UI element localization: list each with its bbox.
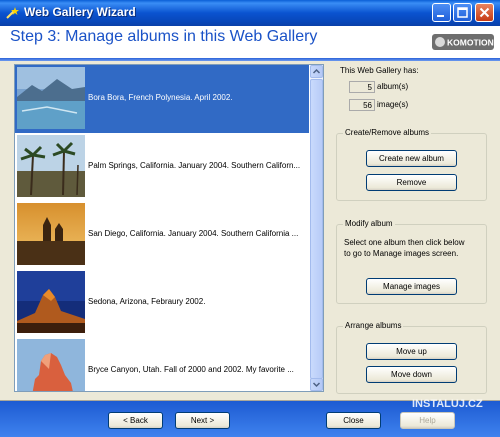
create-new-album-button[interactable]: Create new album	[366, 150, 457, 167]
scroll-thumb[interactable]	[310, 79, 323, 379]
move-down-button[interactable]: Move down	[366, 366, 457, 383]
album-list-scrollbar[interactable]	[310, 65, 323, 391]
scroll-up-button[interactable]	[310, 65, 323, 78]
chevron-up-icon	[312, 68, 321, 74]
album-thumbnail	[17, 339, 85, 391]
close-button[interactable]: Close	[326, 412, 381, 429]
help-button[interactable]: Help	[400, 412, 455, 429]
arrange-albums-group: Arrange albums	[336, 321, 487, 394]
modify-description-line1: Select one album then click below	[344, 238, 465, 247]
group-label: Create/Remove albums	[343, 128, 432, 137]
album-item-bora-bora[interactable]: Bora Bora, French Polynesia. April 2002.	[15, 65, 309, 133]
move-up-button[interactable]: Move up	[366, 343, 457, 360]
chevron-down-icon	[312, 382, 321, 388]
svg-text:KOMOTION: KOMOTION	[447, 38, 494, 48]
next-button[interactable]: Next >	[175, 412, 230, 429]
header-divider	[0, 58, 500, 61]
maximize-button[interactable]	[453, 3, 472, 22]
wizard-header: Step 3: Manage albums in this Web Galler…	[0, 26, 500, 58]
album-caption: Sedona, Arizona, Febraury 2002.	[88, 297, 206, 306]
album-thumbnail	[17, 135, 85, 197]
close-window-button[interactable]	[475, 3, 494, 22]
title-bar: Web Gallery Wizard	[0, 0, 500, 26]
album-count-label: album(s)	[377, 82, 409, 91]
manage-images-button[interactable]: Manage images	[366, 278, 457, 295]
minimize-button[interactable]	[432, 3, 451, 22]
komotion-logo: KOMOTION	[432, 34, 494, 50]
scroll-down-button[interactable]	[310, 378, 323, 391]
group-label: Modify album	[343, 219, 395, 228]
stats-heading: This Web Gallery has:	[340, 66, 419, 75]
album-count: 5	[349, 81, 375, 93]
back-button[interactable]: < Back	[108, 412, 163, 429]
step-title: Step 3: Manage albums in this Web Galler…	[10, 28, 318, 45]
window-title: Web Gallery Wizard	[24, 5, 136, 19]
album-thumbnail	[17, 67, 85, 129]
watermark-text: INSTALUJ.CZ	[412, 398, 483, 410]
image-count-label: image(s)	[377, 100, 409, 109]
group-label: Arrange albums	[343, 321, 404, 330]
maximize-icon	[457, 7, 468, 18]
wizard-app-icon	[6, 7, 19, 19]
album-item-sedona[interactable]: Sedona, Arizona, Febraury 2002.	[15, 269, 309, 337]
album-item-bryce-canyon[interactable]: Bryce Canyon, Utah. Fall of 2000 and 200…	[15, 337, 309, 391]
album-caption: Bora Bora, French Polynesia. April 2002.	[88, 93, 233, 102]
album-thumbnail	[17, 271, 85, 333]
album-caption: San Diego, California. January 2004. Sou…	[88, 229, 299, 238]
album-caption: Bryce Canyon, Utah. Fall of 2000 and 200…	[88, 365, 294, 374]
image-count: 56	[349, 99, 375, 111]
close-icon	[479, 7, 490, 18]
album-list[interactable]: Bora Bora, French Polynesia. April 2002.…	[14, 64, 324, 392]
album-caption: Palm Springs, California. January 2004. …	[88, 161, 301, 170]
modify-description-line2: to go to Manage images screen.	[344, 249, 459, 258]
album-thumbnail	[17, 203, 85, 265]
album-item-san-diego[interactable]: San Diego, California. January 2004. Sou…	[15, 201, 309, 269]
minimize-icon	[437, 15, 444, 17]
remove-album-button[interactable]: Remove	[366, 174, 457, 191]
album-item-palm-springs[interactable]: Palm Springs, California. January 2004. …	[15, 133, 309, 201]
